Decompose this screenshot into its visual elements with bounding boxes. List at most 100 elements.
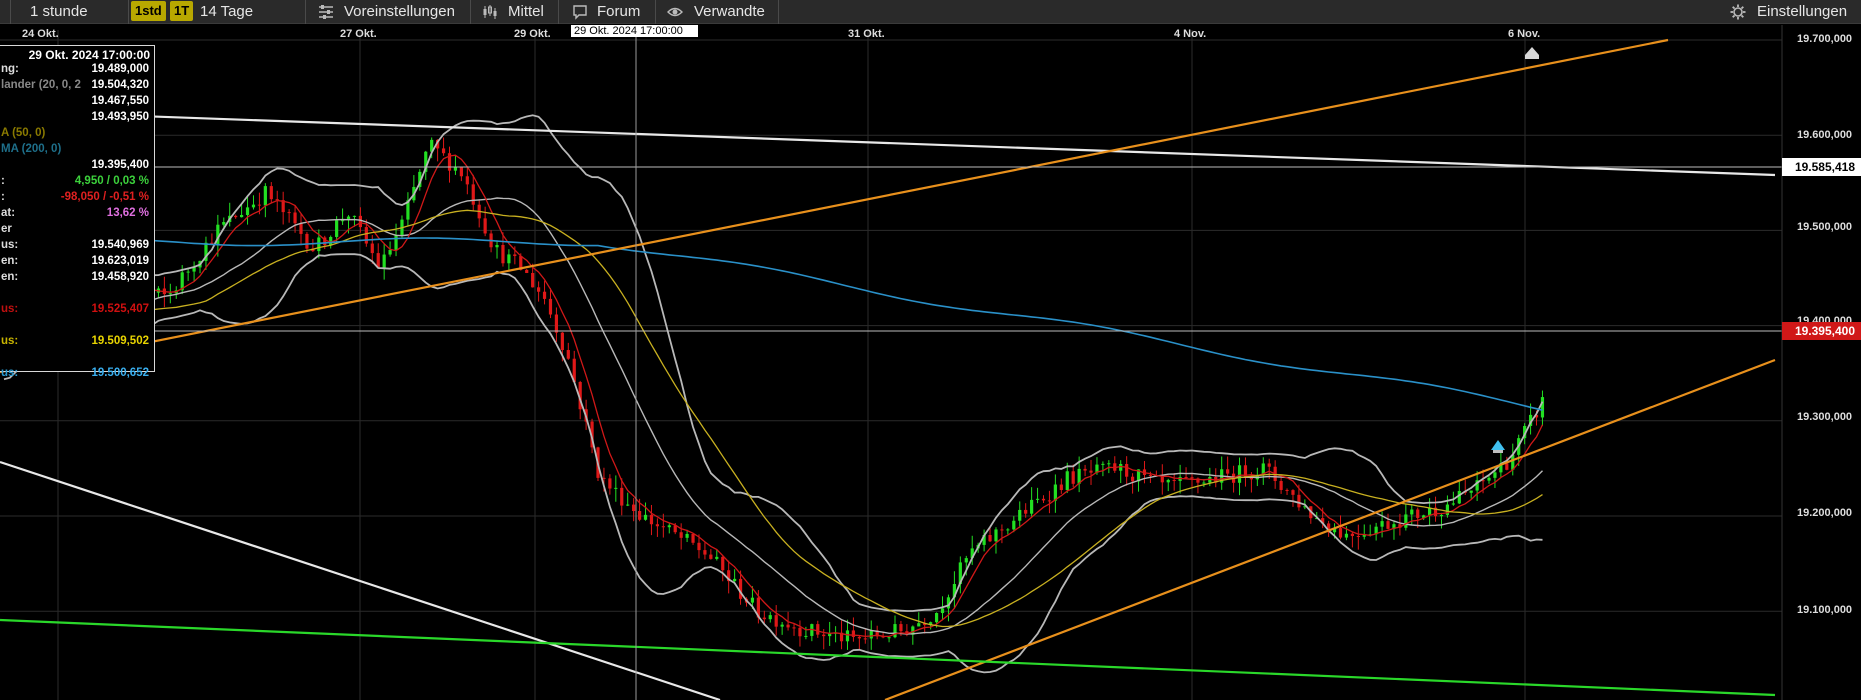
candle-body (1487, 477, 1491, 481)
interval-1t-button[interactable]: 1T (170, 1, 194, 21)
info-panel-row: en: 19.623,019 (0, 255, 151, 269)
price-chart[interactable]: 24 Okt. 27 Okt. 29 Okt. 31 Okt. 4 Nov. 6 Nov.… (0, 25, 1861, 700)
candle-body (655, 524, 659, 527)
price-axis-background (1782, 25, 1861, 700)
candle-body (1350, 533, 1354, 537)
toolbar-separator (558, 0, 559, 24)
candle-body (1190, 477, 1194, 479)
gear-icon[interactable] (1730, 4, 1746, 20)
candle-body (531, 272, 535, 288)
candle-body (1226, 469, 1230, 474)
interval-1std-button[interactable]: 1std (131, 1, 166, 21)
toolbar-separator (305, 0, 306, 24)
candle-body (863, 638, 867, 640)
settings-button[interactable]: Einstellungen (1757, 0, 1847, 24)
candle-body (1279, 481, 1283, 490)
candle-body (251, 204, 256, 208)
sliders-icon[interactable] (318, 4, 334, 20)
info-panel-row: : -98,050 / -0,51 % (0, 191, 151, 205)
candle-body (857, 636, 861, 639)
presets-button[interactable]: Voreinstellungen (344, 0, 455, 24)
indicator-button[interactable]: Mittel (508, 0, 544, 24)
info-row-value: 19.525,407 (91, 303, 149, 315)
candle-body (1172, 479, 1176, 481)
candle-body (483, 218, 487, 234)
indicator-candles-icon[interactable] (482, 4, 498, 20)
candle-body (1071, 471, 1075, 484)
info-row-key: A (50, 0) (1, 127, 46, 139)
candle-body (786, 624, 790, 628)
candle-body (1469, 490, 1473, 493)
candle-body (1451, 503, 1455, 505)
candle-body (798, 627, 802, 637)
candle-body (608, 478, 612, 489)
info-panel-row: ng: 19.489,000 (0, 63, 151, 77)
trendline-green (0, 618, 1776, 697)
candle-body (554, 314, 559, 333)
candle-body (851, 630, 856, 637)
candle-body (245, 207, 250, 215)
info-panel-row: : 4,950 / 0,03 % (0, 175, 151, 189)
candle-body (335, 220, 339, 237)
chart-toolbar: 1 stunde 1std 1T 14 Tage Voreinstellunge… (0, 0, 1861, 24)
candle-body (1237, 465, 1242, 483)
candle-body (234, 215, 238, 218)
date-axis-label: 6 Nov. (1508, 28, 1540, 40)
candle-body (1000, 529, 1004, 531)
trendline-orange-lower (884, 358, 1776, 700)
candle-body (1059, 484, 1063, 491)
candle-body (1184, 476, 1188, 478)
forum-button[interactable]: Forum (597, 0, 640, 24)
candle-body (750, 597, 755, 603)
info-row-key: us: (1, 303, 19, 315)
period-dropdown[interactable]: 14 Tage (200, 0, 253, 24)
candle-body (1202, 482, 1206, 484)
candle-body (263, 186, 267, 206)
trendline-orange-upper (0, 38, 1669, 374)
info-panel-row: 19.493,950 (0, 111, 151, 125)
candle-body (822, 634, 826, 637)
candle-body (471, 184, 475, 205)
candle-body (358, 215, 362, 228)
info-row-value: 19.623,019 (91, 255, 149, 267)
candle-body (1166, 479, 1170, 483)
house-marker-icon (1525, 47, 1539, 59)
candle-body (620, 487, 624, 506)
info-panel-row: us: 19.509,502 (0, 335, 151, 349)
candle-body (614, 487, 618, 489)
candle-body (691, 533, 695, 543)
info-panel-row: 19.395,400 (0, 159, 151, 173)
candle-body (667, 525, 671, 528)
info-row-key: en: (1, 255, 19, 267)
info-row-value: 19.467,550 (91, 95, 149, 107)
candle-body (1386, 521, 1390, 529)
candle-body (257, 204, 262, 206)
candle-body (1030, 499, 1034, 514)
related-button[interactable]: Verwandte (694, 0, 765, 24)
short-moving-average-line (3, 154, 1544, 638)
sma-200-line (3, 237, 1543, 411)
speech-bubble-icon[interactable] (572, 4, 588, 20)
candle-body (495, 244, 499, 248)
candle-body (394, 235, 398, 250)
info-row-key: lander (20, 0, 2 (1, 79, 81, 91)
candle-body (845, 630, 850, 642)
current-price-badge: 19.395,400 (1782, 322, 1861, 340)
candle-body (507, 254, 511, 264)
candle-body (388, 249, 392, 255)
timeframe-dropdown[interactable]: 1 stunde (30, 0, 88, 24)
candle-body (1540, 397, 1545, 418)
toolbar-separator (10, 0, 11, 24)
candle-body (287, 212, 291, 214)
level-price-badge: 19.585,418 (1782, 158, 1861, 176)
candle-body (352, 215, 357, 217)
candle-body (513, 254, 517, 257)
candle-body (548, 298, 553, 315)
toolbar-separator (470, 0, 471, 24)
candle-body (703, 550, 707, 555)
candle-body (364, 227, 368, 244)
eye-icon[interactable] (667, 4, 683, 20)
candle-body (780, 624, 784, 627)
candle-body (774, 615, 778, 627)
price-axis-label: 19.300,000 (1797, 411, 1853, 423)
